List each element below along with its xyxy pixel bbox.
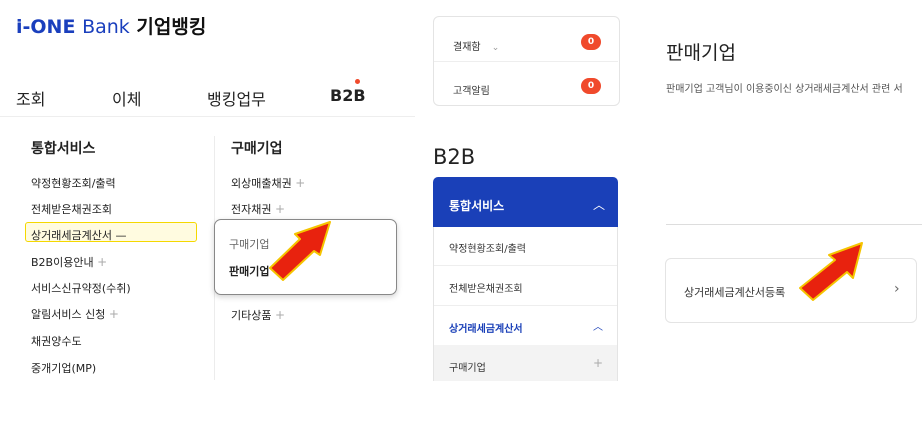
pointer-arrow-icon (799, 242, 863, 301)
